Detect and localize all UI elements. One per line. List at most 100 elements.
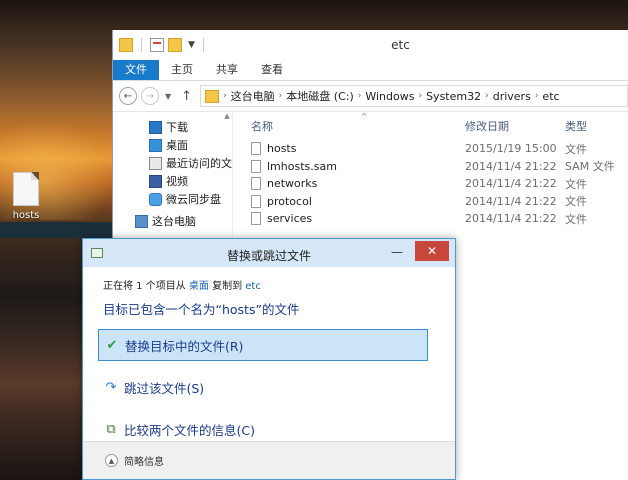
fewer-details-toggle[interactable]: 简略信息: [124, 453, 164, 468]
nav-item-label: 桌面: [166, 139, 188, 152]
check-icon: ✔: [106, 337, 118, 353]
file-name: hosts: [267, 142, 297, 156]
copy-status-prefix: 正在将 1 个项目从: [103, 281, 189, 292]
file-type: SAM 文件: [565, 160, 615, 174]
chevron-right-icon[interactable]: ›: [279, 91, 283, 101]
file-date: 2014/11/4 21:22: [465, 194, 557, 208]
chevron-up-icon[interactable]: ▲: [105, 454, 118, 467]
source-link[interactable]: 桌面: [189, 281, 209, 292]
nav-item-label: 下载: [166, 121, 188, 134]
breadcrumb-this-pc[interactable]: 这台电脑: [231, 88, 275, 104]
column-header-date[interactable]: 修改日期: [465, 118, 565, 134]
dialog-heading: 目标已包含一个名为“hosts”的文件: [103, 302, 300, 317]
download-icon: [149, 120, 162, 134]
address-bar[interactable]: › 这台电脑 › 本地磁盘 (C:) › Windows › System32 …: [200, 85, 628, 107]
chevron-right-icon[interactable]: ›: [485, 91, 489, 101]
nav-item-desktop[interactable]: 桌面: [113, 136, 232, 154]
file-icon: [251, 142, 261, 156]
file-icon: [13, 172, 39, 206]
file-row[interactable]: protocol 2014/11/4 21:22 文件: [249, 193, 628, 211]
copy-status-line: 正在将 1 个项目从 桌面 复制到 etc: [103, 277, 435, 293]
file-name: networks: [267, 177, 318, 191]
dialog-body: 正在将 1 个项目从 桌面 复制到 etc 目标已包含一个名为“hosts”的文…: [83, 267, 455, 445]
scroll-up-icon[interactable]: ▲: [222, 112, 232, 120]
file-icon: [251, 212, 261, 226]
forward-button[interactable]: →: [141, 87, 159, 105]
tab-share[interactable]: 共享: [205, 60, 249, 80]
nav-item-this-pc[interactable]: 这台电脑: [113, 212, 232, 230]
file-type: 文件: [565, 195, 587, 209]
nav-item-recent[interactable]: 最近访问的文: [113, 154, 232, 172]
sort-ascending-icon: ^: [361, 112, 368, 121]
option-label: 替换目标中的文件(R): [125, 338, 244, 354]
desktop-file-hosts[interactable]: hosts: [6, 172, 46, 221]
window-title: etc: [391, 38, 410, 52]
chevron-right-icon[interactable]: ›: [223, 91, 227, 101]
recent-locations-dropdown-icon[interactable]: ▼: [165, 92, 171, 101]
video-icon: [149, 174, 162, 188]
back-button[interactable]: ←: [119, 87, 137, 105]
breadcrumb-system32[interactable]: System32: [426, 90, 481, 103]
file-type: 文件: [565, 142, 587, 156]
column-header-row: ^ 名称 修改日期 类型: [249, 112, 628, 140]
destination-link[interactable]: etc: [245, 281, 261, 292]
file-icon: [251, 177, 261, 191]
breadcrumb-local-disk[interactable]: 本地磁盘 (C:): [286, 88, 353, 104]
chevron-right-icon[interactable]: ›: [535, 91, 539, 101]
up-button[interactable]: ↑: [181, 89, 192, 104]
file-row[interactable]: hosts 2015/1/19 15:00 文件: [249, 140, 628, 158]
skip-file-option[interactable]: ↷ 跳过该文件(S): [98, 371, 428, 403]
tab-file[interactable]: 文件: [113, 60, 159, 80]
skip-icon: ↷: [105, 379, 117, 395]
compare-icon: ⧉: [106, 421, 116, 437]
nav-item-label: 微云同步盘: [166, 193, 221, 206]
explorer-titlebar: ▼ etc: [113, 30, 628, 60]
dialog-titlebar: 替换或跳过文件 — ✕: [83, 239, 455, 267]
cloud-icon: [149, 192, 162, 206]
file-row[interactable]: lmhosts.sam 2014/11/4 21:22 SAM 文件: [249, 158, 628, 176]
file-name: lmhosts.sam: [267, 159, 337, 173]
nav-item-label: 这台电脑: [152, 215, 196, 228]
nav-item-label: 视频: [166, 175, 188, 188]
breadcrumb-windows[interactable]: Windows: [365, 90, 414, 103]
copy-status-mid: 复制到: [208, 281, 246, 292]
nav-item-videos[interactable]: 视频: [113, 172, 232, 190]
file-name: protocol: [267, 194, 312, 208]
file-icon: [251, 194, 261, 208]
chevron-right-icon[interactable]: ›: [418, 91, 422, 101]
option-label: 比较两个文件的信息(C): [124, 422, 255, 438]
column-header-name[interactable]: 名称: [249, 118, 465, 134]
file-type: 文件: [565, 177, 587, 191]
breadcrumb-drivers[interactable]: drivers: [493, 90, 531, 103]
nav-item-downloads[interactable]: 下载: [113, 118, 232, 136]
folder-icon: [205, 89, 220, 103]
computer-icon: [135, 214, 148, 228]
ribbon-tabs: 文件 主页 共享 查看: [113, 60, 628, 80]
desktop-wallpaper-horizon: [0, 222, 112, 238]
file-date: 2014/11/4 21:22: [465, 212, 557, 226]
desktop-file-label: hosts: [12, 210, 40, 221]
file-date: 2015/1/19 15:00: [465, 142, 557, 156]
replace-or-skip-dialog: 替换或跳过文件 — ✕ 正在将 1 个项目从 桌面 复制到 etc 目标已包含一…: [82, 238, 456, 480]
file-date: 2014/11/4 21:22: [465, 177, 557, 191]
chevron-right-icon[interactable]: ›: [358, 91, 362, 101]
column-header-type[interactable]: 类型: [565, 118, 625, 134]
tab-view[interactable]: 查看: [249, 60, 295, 80]
nav-item-weiyun[interactable]: 微云同步盘: [113, 190, 232, 208]
tab-home[interactable]: 主页: [159, 60, 205, 80]
file-row[interactable]: services 2014/11/4 21:22 文件: [249, 210, 628, 228]
file-type: 文件: [565, 212, 587, 226]
desktop-icon: [149, 138, 162, 152]
dialog-footer: ▲ 简略信息: [83, 441, 455, 479]
file-date: 2014/11/4 21:22: [465, 159, 557, 173]
breadcrumb-etc[interactable]: etc: [542, 90, 559, 103]
file-row[interactable]: networks 2014/11/4 21:22 文件: [249, 175, 628, 193]
file-name: services: [267, 212, 313, 226]
close-button[interactable]: ✕: [415, 241, 449, 261]
minimize-button[interactable]: —: [391, 245, 403, 259]
file-icon: [251, 159, 261, 173]
recent-icon: [149, 156, 162, 170]
navigation-bar: ← → ▼ ↑ › 这台电脑 › 本地磁盘 (C:) › Windows › S…: [113, 80, 628, 112]
option-label: 跳过该文件(S): [124, 380, 205, 396]
replace-file-option[interactable]: ✔ 替换目标中的文件(R): [98, 329, 428, 361]
